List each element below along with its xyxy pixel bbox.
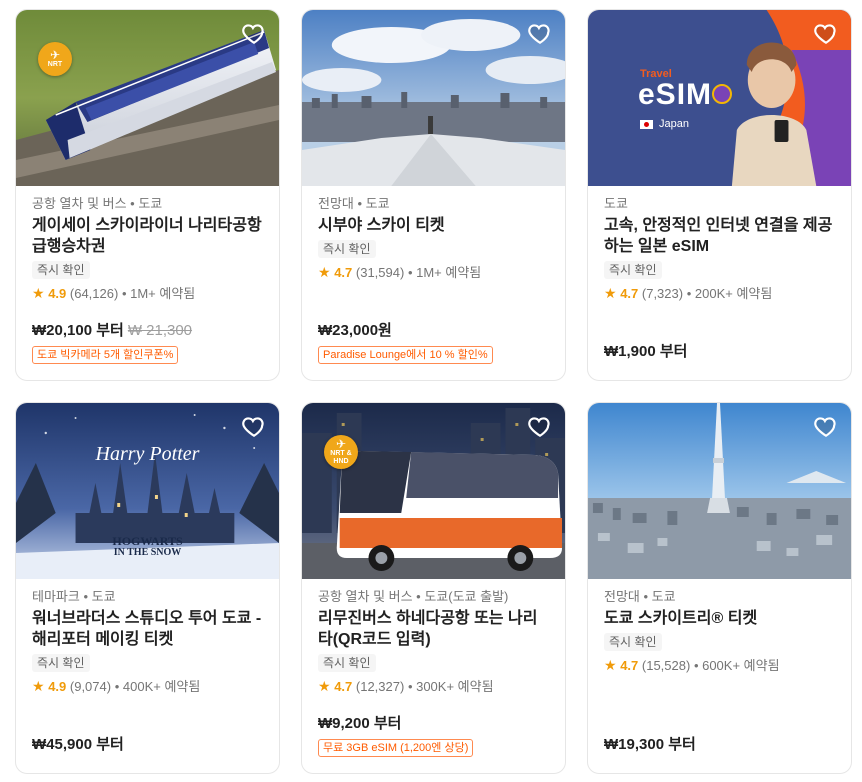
hogwarts-label: HOGWARTS <box>112 534 183 548</box>
activity-card[interactable]: ✈ NRT 공항 열차 및 버스 • 도쿄 게이세이 스카이라이너 나리타공항 … <box>15 9 280 381</box>
card-price: ₩23,000원 <box>318 322 392 339</box>
badge-label: NRT <box>47 61 63 68</box>
card-price: ₩45,900 부터 <box>32 736 124 753</box>
card-rating: ★ 4.7 (31,594) • 1M+ 예약됨 <box>318 263 549 282</box>
card-category: 공항 열차 및 버스 • 도쿄 <box>32 196 163 211</box>
instant-confirm-tag: 즉시 확인 <box>32 261 90 279</box>
star-icon: ★ <box>604 657 617 673</box>
wishlist-heart-icon[interactable] <box>813 20 841 48</box>
star-icon: ★ <box>318 678 331 694</box>
card-title[interactable]: 게이세이 스카이라이너 나리타공항 급행승차권 <box>32 215 263 257</box>
rating-score: 4.7 <box>334 679 353 694</box>
booked-count: • 600K+ 예약됨 <box>693 658 780 673</box>
esim-logo-label: eSIM <box>638 78 713 111</box>
bus-photo: Airport Limousine ✈ NRT & HND <box>302 403 565 579</box>
instant-confirm-tag: 즉시 확인 <box>604 633 662 651</box>
rating-score: 4.9 <box>48 679 67 694</box>
review-count: (7,323) <box>641 286 684 301</box>
card-rating: ★ 4.7 (7,323) • 200K+ 예약됨 <box>604 284 835 303</box>
booked-count: • 1M+ 예약됨 <box>407 265 482 280</box>
promo-badge: 도쿄 빅카메라 5개 할인쿠폰% <box>32 346 179 364</box>
card-price: ₩20,100 부터 ₩ 21,300 <box>32 321 263 341</box>
activity-card[interactable]: 전망대 • 도쿄 시부야 스카이 티켓 즉시 확인 ★ 4.7 (31,594)… <box>301 9 566 381</box>
rating-score: 4.9 <box>48 286 67 301</box>
esim-ad: Travel eSIM Japan <box>588 10 851 186</box>
promo-badge: Paradise Lounge에서 10 % 할인% <box>318 346 493 364</box>
rating-score: 4.7 <box>620 286 639 301</box>
instant-confirm-tag: 즉시 확인 <box>318 654 376 672</box>
wishlist-heart-icon[interactable] <box>527 413 555 441</box>
castle-photo: Harry Potter HOGWARTS IN THE SNOW <box>16 403 279 579</box>
airplane-icon: ✈ <box>49 48 61 62</box>
booked-count: • 400K+ 예약됨 <box>114 679 201 694</box>
airport-badge: ✈ NRT & HND <box>324 435 358 469</box>
price-value: ₩20,100 부터 <box>32 322 124 339</box>
airplane-icon: ✈ <box>335 437 347 451</box>
wishlist-heart-icon[interactable] <box>241 413 269 441</box>
card-category: 도쿄 <box>604 196 628 211</box>
card-category: 전망대 • 도쿄 <box>604 589 676 604</box>
activity-card[interactable]: Harry Potter HOGWARTS IN THE SNOW 테마파크 •… <box>15 402 280 774</box>
promo-badge: 무료 3GB eSIM (1,200엔 상당) <box>318 739 474 757</box>
activity-card[interactable]: Travel eSIM Japan 도쿄 고속, 안정적인 인터넷 연결을 제공… <box>587 9 852 381</box>
badge-label: NRT & HND <box>330 450 352 465</box>
skyline-photo <box>302 10 565 186</box>
card-price: ₩1,900 부터 <box>604 343 688 360</box>
booked-count: • 300K+ 예약됨 <box>407 679 494 694</box>
star-icon: ★ <box>604 285 617 301</box>
review-count: (12,327) <box>355 679 405 694</box>
card-title[interactable]: 워너브라더스 스튜디오 투어 도쿄 - 해리포터 메이킹 티켓 <box>32 608 263 650</box>
review-count: (31,594) <box>355 265 405 280</box>
booked-count: • 200K+ 예약됨 <box>686 286 773 301</box>
star-icon: ★ <box>32 285 45 301</box>
wishlist-heart-icon[interactable] <box>241 20 269 48</box>
old-price: ₩ 21,300 <box>127 322 193 339</box>
card-price: ₩9,200 부터 <box>318 715 402 732</box>
snow-label: IN THE SNOW <box>113 547 182 558</box>
activity-card[interactable]: Airport Limousine ✈ NRT & HND 공항 열차 및 버스… <box>301 402 566 774</box>
airport-badge: ✈ NRT <box>38 42 72 76</box>
star-icon: ★ <box>318 264 331 280</box>
card-category: 테마파크 • 도쿄 <box>32 589 116 604</box>
bus-brand-label: Airport Limousine <box>454 507 525 517</box>
wishlist-heart-icon[interactable] <box>527 20 555 48</box>
card-rating: ★ 4.9 (64,126) • 1M+ 예약됨 <box>32 284 263 303</box>
card-category: 전망대 • 도쿄 <box>318 196 390 211</box>
train-photo: ✈ NRT <box>16 10 279 186</box>
card-rating: ★ 4.7 (12,327) • 300K+ 예약됨 <box>318 677 549 696</box>
japan-label: Japan <box>659 118 689 130</box>
japan-flag-icon <box>640 119 653 129</box>
rating-score: 4.7 <box>334 265 353 280</box>
wishlist-heart-icon[interactable] <box>813 413 841 441</box>
activity-card[interactable]: 전망대 • 도쿄 도쿄 스카이트리® 티켓 즉시 확인 ★ 4.7 (15,52… <box>587 402 852 774</box>
card-category: 공항 열차 및 버스 • 도쿄(도쿄 출발) <box>318 589 509 604</box>
review-count: (15,528) <box>641 658 691 673</box>
esim-logo-icon <box>712 84 732 104</box>
card-rating: ★ 4.7 (15,528) • 600K+ 예약됨 <box>604 656 835 675</box>
card-rating: ★ 4.9 (9,074) • 400K+ 예약됨 <box>32 677 263 696</box>
booked-count: • 1M+ 예약됨 <box>121 286 196 301</box>
japan-flag-label: Japan <box>640 118 689 130</box>
harry-potter-logo: Harry Potter <box>95 443 200 465</box>
tower-photo <box>588 403 851 579</box>
card-title[interactable]: 리무진버스 하네다공항 또는 나리타(QR코드 입력) <box>318 608 549 650</box>
rating-score: 4.7 <box>620 658 639 673</box>
instant-confirm-tag: 즉시 확인 <box>604 261 662 279</box>
card-title[interactable]: 시부야 스카이 티켓 <box>318 215 549 236</box>
star-icon: ★ <box>32 678 45 694</box>
card-price: ₩19,300 부터 <box>604 736 696 753</box>
instant-confirm-tag: 즉시 확인 <box>32 654 90 672</box>
review-count: (9,074) <box>69 679 112 694</box>
review-count: (64,126) <box>69 286 119 301</box>
instant-confirm-tag: 즉시 확인 <box>318 240 376 258</box>
card-title[interactable]: 도쿄 스카이트리® 티켓 <box>604 608 835 629</box>
hogwarts-snow-label: HOGWARTS IN THE SNOW <box>16 535 279 559</box>
card-title[interactable]: 고속, 안정적인 인터넷 연결을 제공하는 일본 eSIM <box>604 215 835 257</box>
